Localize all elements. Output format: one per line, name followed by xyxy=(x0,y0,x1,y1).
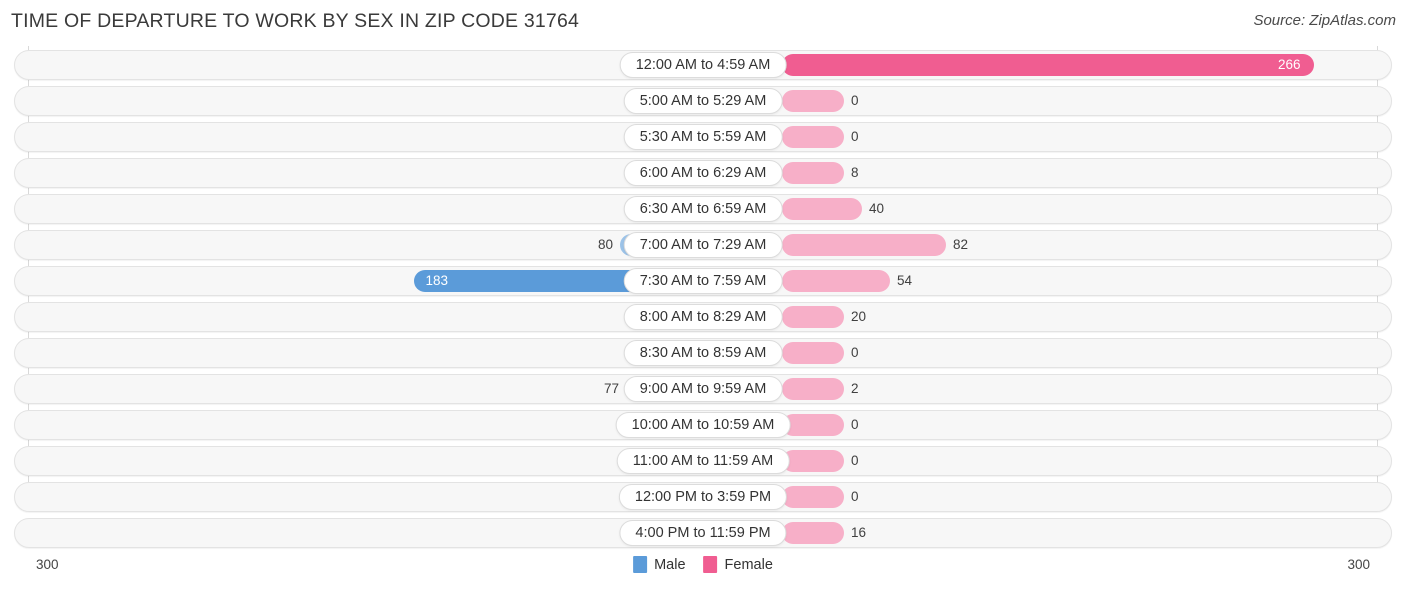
chart-page: TIME OF DEPARTURE TO WORK BY SEX IN ZIP … xyxy=(0,0,1406,595)
category-label: 8:00 AM to 8:29 AM xyxy=(623,304,783,330)
category-label: 6:30 AM to 6:59 AM xyxy=(623,196,783,222)
legend-label-female: Female xyxy=(724,556,773,573)
bar-female[interactable] xyxy=(782,270,890,292)
bar-value-female: 266 xyxy=(1278,57,1301,72)
chart-header: TIME OF DEPARTURE TO WORK BY SEX IN ZIP … xyxy=(0,0,1406,46)
table-row[interactable]: 0011:00 AM to 11:59 AM xyxy=(14,446,1392,476)
bar-value-male: 80 xyxy=(597,237,613,252)
bar-female[interactable] xyxy=(782,126,844,148)
bar-value-male: 183 xyxy=(425,273,448,288)
category-label: 6:00 AM to 6:29 AM xyxy=(623,160,783,186)
chart-legend: Male Female xyxy=(633,556,773,573)
category-label: 8:30 AM to 8:59 AM xyxy=(623,340,783,366)
category-label: 12:00 AM to 4:59 AM xyxy=(619,52,787,78)
axis-label-left: 300 xyxy=(36,557,59,572)
bar-value-female: 0 xyxy=(851,417,859,432)
bar-value-female: 16 xyxy=(851,525,867,540)
bar-value-female: 0 xyxy=(851,129,859,144)
bar-value-female: 54 xyxy=(897,273,913,288)
table-row[interactable]: 5208:00 AM to 8:29 AM xyxy=(14,302,1392,332)
legend-swatch-female-icon xyxy=(703,556,718,573)
table-row[interactable]: 4626612:00 AM to 4:59 AM xyxy=(14,50,1392,80)
chart-plot-area: 4626612:00 AM to 4:59 AM505:00 AM to 5:2… xyxy=(0,46,1406,553)
bar-female[interactable] xyxy=(782,198,862,220)
table-row[interactable]: 505:00 AM to 5:29 AM xyxy=(14,86,1392,116)
bar-value-male: 77 xyxy=(603,381,619,396)
bar-female[interactable] xyxy=(782,450,844,472)
bar-female[interactable] xyxy=(782,54,1314,76)
legend-swatch-male-icon xyxy=(633,556,648,573)
category-label: 5:30 AM to 5:59 AM xyxy=(623,124,783,150)
bar-value-female: 40 xyxy=(869,201,885,216)
table-row[interactable]: 2486:00 AM to 6:29 AM xyxy=(14,158,1392,188)
bar-female[interactable] xyxy=(782,234,946,256)
table-row[interactable]: 183 54 7:30 AM to 7:59 AM xyxy=(14,266,1392,296)
bar-female[interactable] xyxy=(782,162,844,184)
bar-row-list: 4626612:00 AM to 4:59 AM505:00 AM to 5:2… xyxy=(0,50,1406,554)
bar-female[interactable] xyxy=(782,90,844,112)
bar-value-female: 82 xyxy=(953,237,969,252)
legend-label-male: Male xyxy=(654,556,686,573)
chart-footer: 300 300 Male Female xyxy=(0,553,1406,595)
table-row[interactable]: 505:30 AM to 5:59 AM xyxy=(14,122,1392,152)
category-label: 7:00 AM to 7:29 AM xyxy=(623,232,783,258)
axis-label-right: 300 xyxy=(1347,557,1370,572)
bar-female[interactable] xyxy=(782,486,844,508)
legend-item-male[interactable]: Male xyxy=(633,556,686,573)
bar-value-female: 0 xyxy=(851,93,859,108)
source-attribution: Source: ZipAtlas.com xyxy=(1253,12,1396,29)
bar-female[interactable] xyxy=(782,522,844,544)
category-label: 10:00 AM to 10:59 AM xyxy=(615,412,791,438)
category-label: 9:00 AM to 9:59 AM xyxy=(623,376,783,402)
bar-value-female: 8 xyxy=(851,165,859,180)
table-row[interactable]: 80 82 7:00 AM to 7:29 AM xyxy=(14,230,1392,260)
table-row[interactable]: 18406:30 AM to 6:59 AM xyxy=(14,194,1392,224)
bar-value-female: 0 xyxy=(851,489,859,504)
table-row[interactable]: 77 2 9:00 AM to 9:59 AM xyxy=(14,374,1392,404)
bar-female[interactable] xyxy=(782,378,844,400)
bar-female[interactable] xyxy=(782,342,844,364)
table-row[interactable]: 0010:00 AM to 10:59 AM xyxy=(14,410,1392,440)
page-title: TIME OF DEPARTURE TO WORK BY SEX IN ZIP … xyxy=(11,10,580,32)
table-row[interactable]: 21012:00 PM to 3:59 PM xyxy=(14,482,1392,512)
bar-value-female: 20 xyxy=(851,309,867,324)
category-label: 5:00 AM to 5:29 AM xyxy=(623,88,783,114)
category-label: 4:00 PM to 11:59 PM xyxy=(619,520,787,546)
legend-item-female[interactable]: Female xyxy=(703,556,773,573)
category-label: 11:00 AM to 11:59 AM xyxy=(616,448,790,474)
category-label: 12:00 PM to 3:59 PM xyxy=(618,484,788,510)
bar-female[interactable] xyxy=(782,306,844,328)
bar-value-female: 0 xyxy=(851,345,859,360)
bar-female[interactable] xyxy=(782,414,844,436)
bar-value-female: 0 xyxy=(851,453,859,468)
table-row[interactable]: 21164:00 PM to 11:59 PM xyxy=(14,518,1392,548)
bar-value-female: 2 xyxy=(851,381,859,396)
category-label: 7:30 AM to 7:59 AM xyxy=(623,268,783,294)
table-row[interactable]: 408:30 AM to 8:59 AM xyxy=(14,338,1392,368)
